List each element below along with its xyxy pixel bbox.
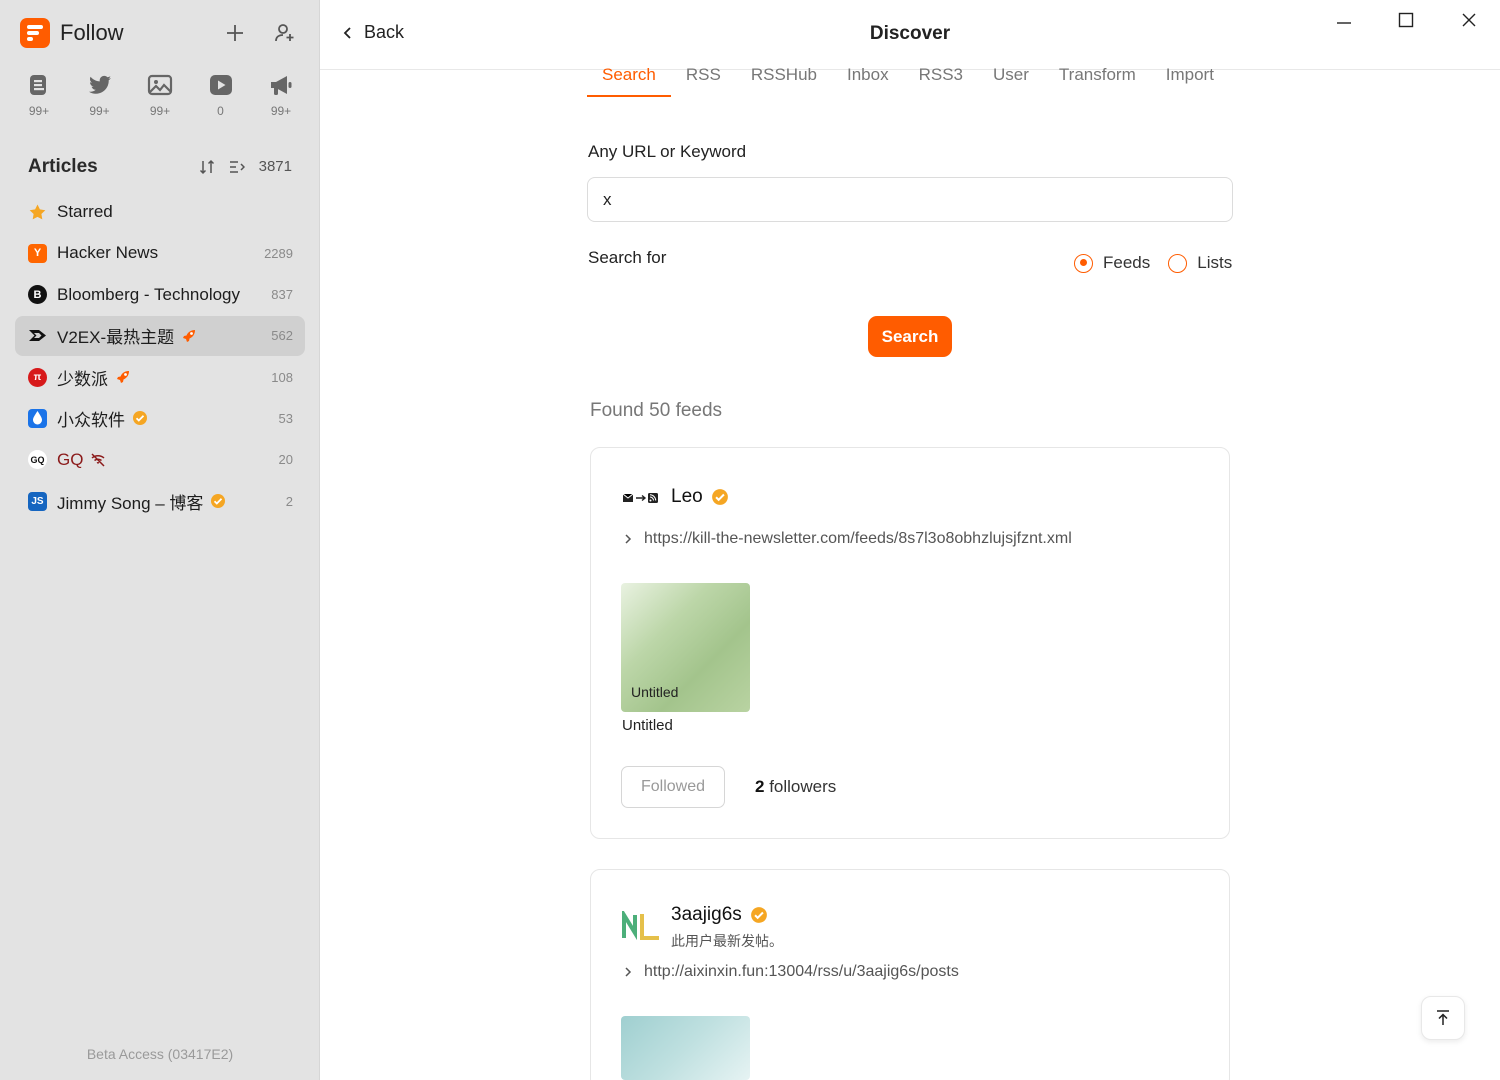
section-total: 3871: [258, 158, 292, 175]
feed-card: Leo https://kill-the-newsletter.com/feed…: [590, 447, 1230, 839]
feed-item-sspai[interactable]: π 少数派 108: [15, 357, 305, 397]
app-header: Follow: [20, 18, 300, 48]
chevron-right-icon: [625, 967, 632, 977]
picture-icon: [147, 74, 173, 96]
followers-count: 2 followers: [755, 777, 837, 796]
twitter-icon: [88, 75, 111, 94]
tab-inbox[interactable]: Inbox: [832, 64, 904, 97]
tab-transform[interactable]: Transform: [1044, 64, 1151, 97]
arrow-up-to-line-icon: [1437, 1010, 1449, 1025]
video-icon: [209, 75, 232, 95]
search-type-radio-group: Feeds Lists: [1074, 253, 1250, 273]
rocket-icon: [117, 371, 129, 384]
url-keyword-input[interactable]: [587, 177, 1233, 222]
js-icon: JS: [28, 491, 47, 511]
url-label: Any URL or Keyword: [588, 142, 747, 161]
search-for-label: Search for: [588, 248, 667, 267]
feed-url[interactable]: http://aixinxin.fun:13004/rss/u/3aajig6s…: [622, 963, 959, 981]
entry-caption: Untitled: [622, 717, 673, 734]
feed-item-hacker-news[interactable]: Y Hacker News 2289: [15, 233, 305, 273]
radio-feeds[interactable]: Feeds: [1074, 253, 1150, 273]
verified-icon: [133, 411, 147, 426]
article-icon: [30, 75, 46, 95]
view-switcher: 99+ 99+ 99+ 0 99+: [8, 72, 312, 122]
appinn-icon: [28, 408, 47, 428]
verified-icon: [211, 494, 226, 509]
add-icon[interactable]: [223, 21, 247, 45]
topbar: Back Discover: [320, 0, 1500, 70]
tab-rss[interactable]: RSS: [671, 64, 736, 97]
feed-title[interactable]: Leo: [671, 486, 729, 508]
radio-lists[interactable]: Lists: [1168, 253, 1232, 273]
radio-lists-indicator: [1168, 253, 1188, 273]
sort-icon[interactable]: [199, 159, 215, 175]
star-icon: [28, 203, 47, 222]
megaphone-icon: [271, 76, 292, 95]
nl-logo-icon: [622, 910, 662, 942]
view-social[interactable]: 99+: [77, 72, 123, 122]
maximize-icon: [1398, 12, 1414, 28]
v2ex-icon: [28, 326, 47, 345]
entry-thumbnail[interactable]: Untitled: [621, 583, 750, 712]
feed-title[interactable]: 3aajig6s: [671, 904, 768, 926]
section-tools: 3871: [199, 158, 292, 175]
add-user-icon[interactable]: [273, 21, 297, 45]
close-button[interactable]: [1454, 8, 1484, 32]
list-icon[interactable]: [229, 159, 245, 175]
beta-access-label: Beta Access (03417E2): [86, 1046, 234, 1062]
feed-item-starred[interactable]: Starred: [15, 192, 305, 232]
feed-item-bloomberg[interactable]: B Bloomberg - Technology 837: [15, 275, 305, 315]
minimize-icon: [1337, 22, 1351, 24]
radio-feeds-indicator: [1074, 253, 1093, 273]
verified-icon: [750, 907, 767, 923]
no-signal-icon: [91, 453, 105, 467]
feed-list: Starred Y Hacker News 2289 B Bloomberg -…: [15, 192, 305, 522]
page-title: Discover: [869, 23, 951, 44]
tab-user[interactable]: User: [978, 64, 1044, 97]
feed-item-appinn[interactable]: 小众软件 53: [15, 398, 305, 438]
discover-tabs: Search RSS RSSHub Inbox RSS3 User Transf…: [587, 64, 1229, 98]
app-name: Follow: [60, 20, 124, 45]
view-pictures[interactable]: 99+: [137, 72, 183, 122]
hacker-news-icon: Y: [28, 243, 47, 263]
bloomberg-icon: B: [28, 285, 47, 305]
section-title: Articles: [28, 156, 98, 177]
view-videos[interactable]: 0: [198, 72, 244, 122]
rocket-icon: [183, 329, 196, 342]
sspai-icon: π: [28, 367, 47, 387]
feed-item-jimmy-song[interactable]: JS Jimmy Song – 博客 2: [15, 481, 305, 521]
feed-card: 3aajig6s 此用户最新发帖。 http://aixinxin.fun:13…: [590, 869, 1230, 1080]
feed-url[interactable]: https://kill-the-newsletter.com/feeds/8s…: [622, 530, 1072, 548]
tab-import[interactable]: Import: [1151, 64, 1229, 97]
sidebar: Follow 99+ 99+ 99+ 0 99+ Articles 3871 S…: [0, 0, 320, 1080]
feed-item-gq[interactable]: GQ GQ 20: [15, 440, 305, 480]
verified-icon: [711, 489, 728, 505]
maximize-button[interactable]: [1391, 8, 1421, 32]
view-articles[interactable]: 99+: [16, 72, 62, 122]
feed-item-v2ex[interactable]: V2EX-最热主题 562: [15, 315, 305, 356]
close-icon: [1462, 13, 1476, 27]
followed-button[interactable]: Followed: [621, 766, 725, 808]
results-count: Found 50 feeds: [590, 400, 723, 421]
entry-thumbnail[interactable]: [621, 1016, 750, 1080]
tab-rsshub[interactable]: RSSHub: [736, 64, 832, 97]
minimize-button[interactable]: [1329, 8, 1359, 32]
app-logo: [20, 18, 50, 48]
search-button[interactable]: Search: [868, 316, 952, 357]
newsletter-icon: [622, 485, 662, 511]
tab-search[interactable]: Search: [587, 64, 671, 97]
feed-description: 此用户最新发帖。: [671, 933, 783, 949]
tab-rss3[interactable]: RSS3: [904, 64, 978, 97]
view-notifications[interactable]: 99+: [258, 72, 304, 122]
gq-icon: GQ: [28, 450, 47, 470]
chevron-right-icon: [625, 534, 632, 544]
scroll-to-top-button[interactable]: [1421, 996, 1465, 1040]
